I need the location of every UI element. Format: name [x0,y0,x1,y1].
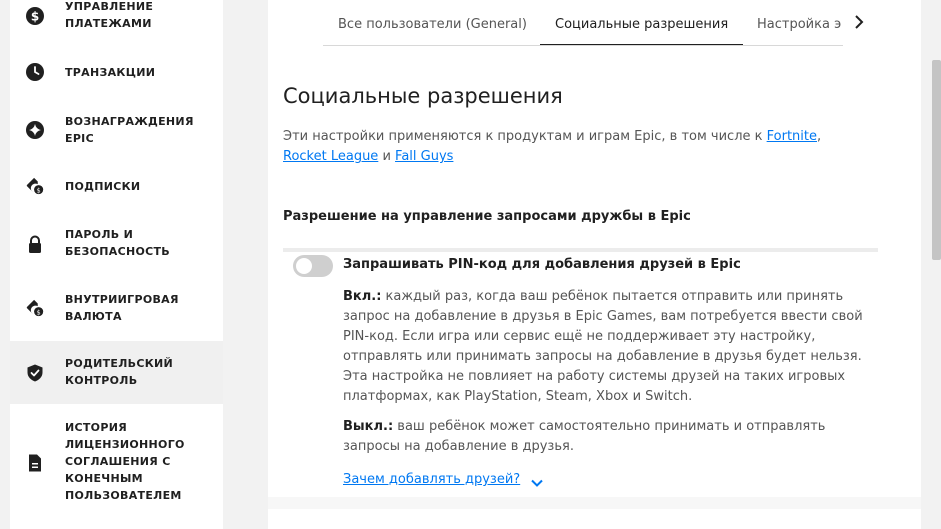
off-description: Выкл.: ваш ребёнок может самостоятельно … [343,417,883,457]
sidebar-item-label: Управление платежами [65,0,154,30]
shield-icon [25,363,45,383]
off-label: Выкл.: [343,419,394,434]
sidebar-item-label: Вознаграждения Epic [65,115,194,145]
sidebar-item-label: Транзакции [65,66,156,79]
tag-icon: $ [25,298,45,318]
sidebar-item-label: Пароль и безопасность [65,228,170,258]
divider [283,248,878,252]
svg-text:$: $ [37,309,41,316]
why-add-friends-link[interactable]: Зачем добавлять друзей? [343,472,520,487]
star-icon [25,120,45,140]
fall-guys-link[interactable]: Fall Guys [395,149,453,164]
tab-all-users[interactable]: Все пользователи (General) [338,6,527,45]
tab-bar: Все пользователи (General) Социальные ра… [323,6,843,46]
document-icon [25,453,45,473]
bottom-strip [268,497,921,509]
section-heading: Разрешение на управление запросами дружб… [283,209,691,224]
chevron-right-icon[interactable] [852,14,866,30]
off-text: ваш ребёнок может самостоятельно принима… [343,419,826,454]
on-label: Вкл.: [343,289,382,304]
sidebar-item-currency[interactable]: $ Внутриигровая валюта [10,283,223,335]
rocket-league-link[interactable]: Rocket League [283,149,378,164]
sidebar-item-subscriptions[interactable]: $ Подписки [10,166,223,206]
description: Эти настройки применяются к продуктам и … [283,127,843,167]
sidebar-item-payments[interactable]: $ Управление платежами [10,0,223,48]
page-title: Социальные разрешения [283,84,563,108]
sidebar-item-label: История лицензионного соглашения с конеч… [65,421,185,502]
sidebar-item-label: Подписки [65,180,141,193]
sidebar-item-eula-history[interactable]: История лицензионного соглашения с конеч… [10,415,223,515]
on-text: каждый раз, когда ваш ребёнок пытается о… [343,289,863,404]
dollar-icon: $ [25,6,45,26]
description-text: Эти настройки применяются к продуктам и … [283,129,767,144]
subscription-icon: $ [25,176,45,196]
page: $ Управление платежами Транзакции Вознаг… [0,0,941,529]
sidebar-item-security[interactable]: Пароль и безопасность [10,218,223,270]
sidebar-item-transactions[interactable]: Транзакции [10,52,223,92]
scrollbar[interactable] [930,0,941,529]
sidebar-item-label: Родительский контроль [65,357,174,387]
tab-settings[interactable]: Настройка э [757,6,841,45]
description-and: и [378,149,396,164]
sidebar-item-rewards[interactable]: Вознаграждения Epic [10,105,223,155]
option-title: Запрашивать PIN-код для добавления друзе… [343,257,741,272]
fortnite-link[interactable]: Fortnite [767,129,817,144]
tab-social-permissions[interactable]: Социальные разрешения [540,6,744,45]
lock-icon [25,234,45,254]
main-area: Все пользователи (General) Социальные ра… [223,0,941,529]
content-panel: Все пользователи (General) Социальные ра… [268,0,921,529]
svg-text:$: $ [31,10,39,24]
svg-text:$: $ [37,187,41,194]
scrollbar-thumb[interactable] [932,60,941,260]
chevron-down-icon[interactable] [530,475,544,489]
toggle-knob [296,258,312,274]
sidebar-item-label: Внутриигровая валюта [65,293,179,323]
description-comma: , [816,129,822,144]
on-description: Вкл.: каждый раз, когда ваш ребёнок пыта… [343,287,883,407]
sidebar: $ Управление платежами Транзакции Вознаг… [10,0,223,529]
clock-icon [25,62,45,82]
sidebar-item-parental-controls[interactable]: Родительский контроль [10,341,223,404]
pin-friends-toggle[interactable] [293,255,333,277]
